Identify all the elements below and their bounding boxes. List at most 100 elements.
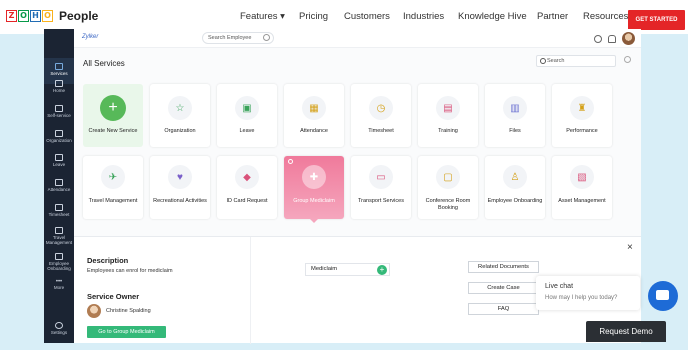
tag-icon: ◆ [235,165,259,189]
related-documents-button[interactable]: Related Documents [468,261,539,273]
gift-icon: ▣ [235,96,259,120]
sidebar-item-label: Organization [46,138,72,143]
go-to-group-mediclaim-button[interactable]: Go to Group Mediclaim [87,326,166,338]
topbar-actions [594,32,635,45]
org-icon [55,130,63,137]
logo-letter: O [42,10,53,22]
add-icon[interactable] [594,34,602,43]
service-label: Performance [566,128,598,134]
faq-button[interactable]: FAQ [468,303,539,315]
sidebar-item-label: More [53,285,65,290]
service-card-files[interactable]: ▥ Files [485,84,545,147]
service-card-group-mediclaim[interactable]: ✚ Group Mediclaim [284,156,344,223]
sidebar-item-label: Services [50,71,68,76]
service-card-onboarding[interactable]: ♙ Employee Onboarding [485,156,545,219]
sidebar-item-label: Settings [50,330,68,335]
get-started-button[interactable]: GET STARTED [628,10,685,30]
service-label: Files [509,128,521,134]
request-demo-button[interactable]: Request Demo [586,321,666,342]
sidebar-item-attendance[interactable]: Attendance [44,179,74,192]
service-card-id-card[interactable]: ◆ ID Card Request [217,156,277,219]
service-card-organization[interactable]: ☆ Organization [150,84,210,147]
zoho-people-logo[interactable]: Z O H O People [6,9,98,23]
service-label: Create New Service [88,128,138,134]
service-card-leave[interactable]: ▣ Leave [217,84,277,147]
sidebar-item-travel[interactable]: Travel Management [44,227,74,245]
nav-pricing[interactable]: Pricing [299,11,328,22]
sidebar-item-more[interactable]: ••• More [44,279,74,290]
sidebar-item-leave[interactable]: Leave [44,154,74,167]
nav-customers[interactable]: Customers [344,11,390,22]
calendar-check-icon: ▦ [302,96,326,120]
sidebar-item-label: Leave [52,162,66,167]
description-title: Description [87,256,129,265]
search-employee-input[interactable]: Search Employee [202,32,274,44]
service-label: Organization [164,128,196,134]
nav-features[interactable]: Features ▾ [240,11,285,22]
logo-letter: O [18,10,29,22]
settings-icon[interactable] [624,56,631,63]
service-card-conference[interactable]: ▢ Conference Room Booking [418,156,478,219]
search-clear-icon[interactable] [263,34,270,41]
service-card-performance[interactable]: ♜ Performance [552,84,612,147]
sidebar-item-timesheet[interactable]: Timesheet [44,204,74,217]
logo-letter: Z [6,10,17,22]
trophy-icon: ♜ [570,96,594,120]
service-card-training[interactable]: ▤ Training [418,84,478,147]
more-icon: ••• [55,279,63,285]
clock-icon: ◷ [369,96,393,120]
chat-subtitle: How may I help you today? [545,295,618,301]
sidebar-item-self-service[interactable]: Self-service [44,105,74,118]
service-label: Travel Management [88,198,138,204]
service-card-travel[interactable]: ✈ Travel Management [83,156,143,219]
info-icon[interactable] [288,159,293,164]
add-icon[interactable]: + [377,265,387,275]
sidebar-item-label: Employee Onboarding [47,261,71,271]
avatar[interactable] [622,32,635,45]
folder-icon: ▥ [503,96,527,120]
sidebar-item-organization[interactable]: Organization [44,130,74,143]
sidebar-item-onboarding[interactable]: Employee Onboarding [44,253,74,271]
sidebar-item-label: Self-service [47,113,71,118]
service-card-transport[interactable]: ▭ Transport Services [351,156,411,219]
bell-icon[interactable] [608,34,616,43]
service-card-timesheet[interactable]: ◷ Timesheet [351,84,411,147]
sidebar-item-label: Attendance [47,187,71,192]
chat-icon[interactable] [648,281,678,311]
sidebar-item-settings[interactable]: Settings [44,322,74,335]
service-card-recreational[interactable]: ♥ Recreational Activities [150,156,210,219]
person-icon [55,253,63,260]
service-label: Group Mediclaim [293,198,335,204]
nav-resources[interactable]: Resources [583,11,628,22]
close-icon[interactable]: × [627,242,633,253]
heart-icon: ♥ [168,165,192,189]
service-card-attendance[interactable]: ▦ Attendance [284,84,344,147]
service-label: Training [438,128,458,134]
mediclaim-form-item[interactable]: Mediclaim + [305,263,390,276]
product-name: People [59,9,99,23]
medical-bag-icon: ✚ [302,165,326,189]
bus-icon: ▭ [369,165,393,189]
nav-industries[interactable]: Industries [403,11,444,22]
sidebar-item-home[interactable]: Home [44,80,74,93]
selection-caret [310,219,318,223]
service-card-asset[interactable]: ▧ Asset Management [552,156,612,219]
person-icon: ♙ [503,165,527,189]
service-owner-name: Christine Spalding [106,308,151,314]
service-label: Employee Onboarding [487,198,543,204]
search-placeholder: Search Employee [208,35,252,41]
sidebar-item-label: Home [52,88,65,93]
services-search-input[interactable]: Search [536,55,616,67]
nav-knowledge-hive[interactable]: Knowledge Hive [458,11,527,22]
book-icon: ▤ [436,96,460,120]
box-icon: ▧ [570,165,594,189]
chat-title: Live chat [545,283,574,290]
grid-icon [55,63,63,70]
nav-partner[interactable]: Partner [537,11,568,22]
star-icon: ☆ [168,96,192,120]
live-chat-widget[interactable]: Live chat How may I help you today? [536,276,640,310]
service-card-create[interactable]: + Create New Service [83,84,143,147]
service-label: Conference Room Booking [425,198,471,211]
service-label: Recreational Activities [153,198,207,204]
create-case-button[interactable]: Create Case [468,282,539,294]
